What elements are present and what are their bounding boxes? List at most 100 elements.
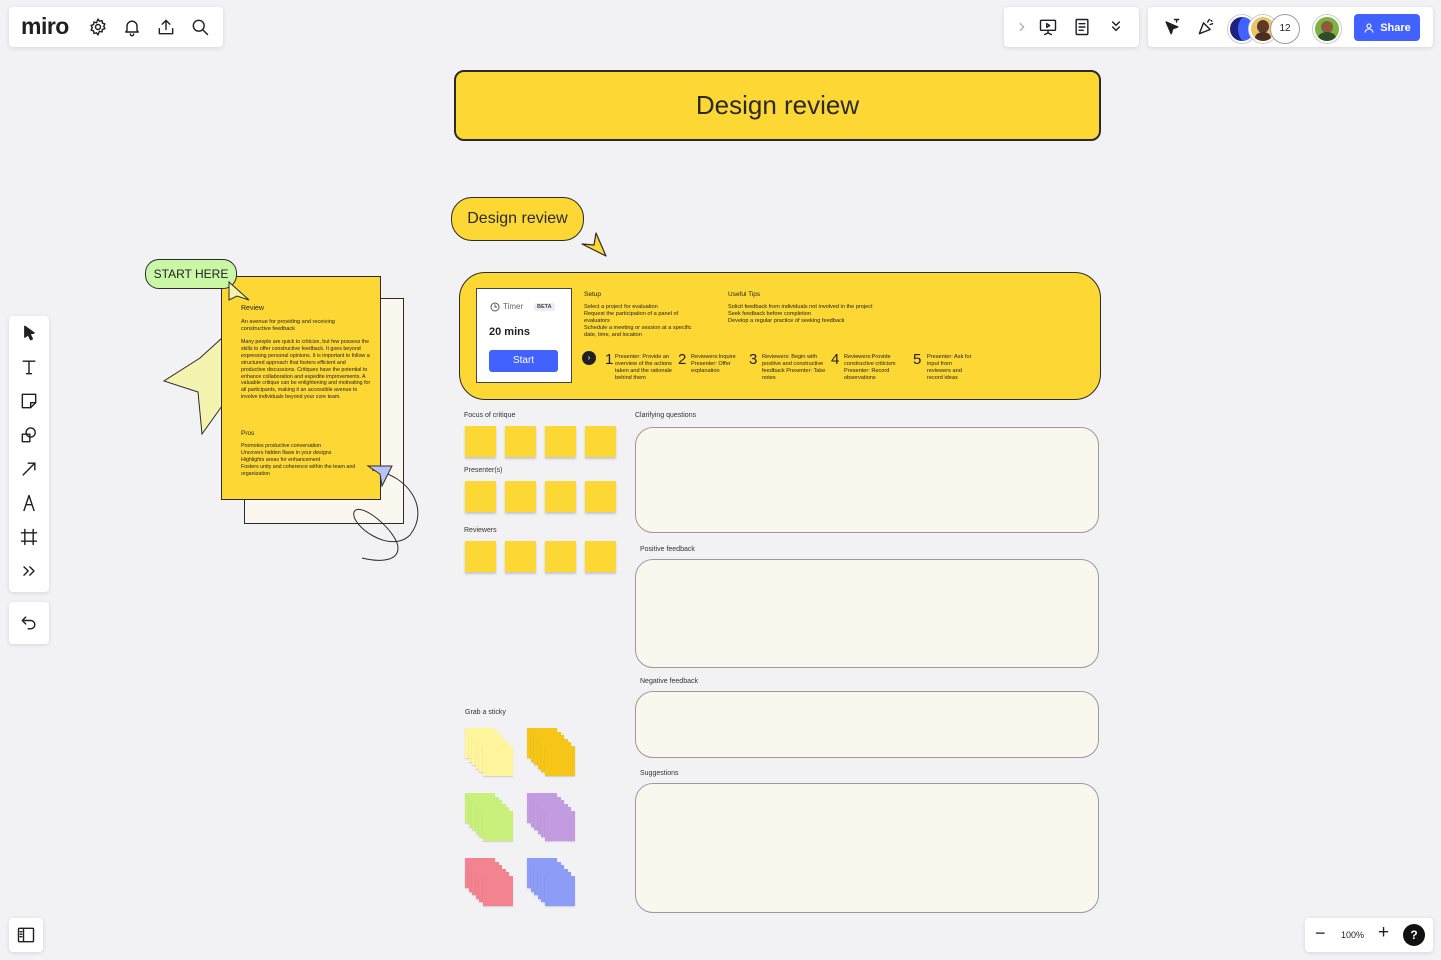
pen-tool-icon[interactable]	[17, 491, 41, 515]
pointer-arrow-icon	[228, 280, 250, 301]
main-title: Design review	[695, 90, 860, 120]
sticky-note[interactable]	[544, 810, 575, 841]
topbar-center	[1004, 7, 1139, 47]
text-tool-icon[interactable]	[17, 355, 41, 379]
sidebar-toggle-panel	[9, 918, 43, 952]
green-sticky-stack[interactable]	[465, 793, 517, 845]
upload-icon[interactable]	[154, 15, 178, 39]
positive-label: Positive feedback	[640, 546, 695, 553]
setup-body: Select a project for evaluation Request …	[584, 304, 692, 338]
miro-logo[interactable]: miro	[21, 13, 69, 40]
zoom-panel: − 100% + ?	[1305, 918, 1433, 952]
sticky-note[interactable]	[585, 481, 616, 512]
sidebar-panel-icon[interactable]	[14, 923, 38, 947]
select-tool-icon[interactable]	[17, 321, 41, 345]
connector-line-icon[interactable]	[17, 457, 41, 481]
review-body: Many people are quick to criticize, but …	[241, 339, 371, 401]
light-yellow-sticky-stack[interactable]	[465, 728, 517, 780]
topbar-right: 12 Share	[1148, 7, 1433, 47]
focus-label: Focus of critique	[464, 412, 516, 419]
sticky-note[interactable]	[482, 875, 513, 906]
sticky-note[interactable]	[505, 541, 536, 572]
setup-heading: Setup	[584, 291, 601, 298]
tips-heading: Useful Tips	[728, 291, 761, 298]
zoom-in-button[interactable]: +	[1378, 922, 1389, 944]
sticky-note[interactable]	[585, 426, 616, 457]
collaborators-count[interactable]: 12	[1271, 15, 1299, 43]
sticky-note[interactable]	[585, 541, 616, 572]
start-here-label: START HERE	[153, 267, 229, 281]
clarifying-questions-board[interactable]	[635, 427, 1099, 533]
review-heading: Review	[241, 305, 264, 312]
bell-icon[interactable]	[120, 15, 144, 39]
undo-panel	[9, 602, 49, 644]
sticky-note[interactable]	[482, 745, 513, 776]
small-title: Design review	[467, 210, 568, 227]
starburst-shape	[162, 336, 223, 436]
pointer-arrow-icon	[581, 232, 607, 257]
sticky-note[interactable]	[505, 426, 536, 457]
lavender-sticky-stack[interactable]	[527, 793, 579, 845]
zoom-out-button[interactable]: −	[1315, 923, 1326, 944]
sticky-note[interactable]	[545, 426, 576, 457]
cursor-follow-icon[interactable]	[1160, 15, 1184, 39]
clarifying-label: Clarifying questions	[635, 412, 697, 419]
suggestions-board[interactable]	[635, 783, 1099, 913]
step-text: Reviewers:Provide constructive criticism…	[844, 354, 896, 381]
main-title-banner[interactable]: Design review	[454, 70, 1101, 141]
avatar[interactable]	[1313, 15, 1341, 43]
step-number: 1	[605, 351, 614, 368]
review-lead: An avenue for providing and receiving co…	[241, 319, 335, 332]
zoom-level[interactable]: 100%	[1341, 930, 1364, 940]
step-text: Reviewers:Inquire Presenter: Offer expla…	[691, 354, 736, 374]
double-chevron-down-icon[interactable]	[1104, 15, 1128, 39]
sticky-note[interactable]	[505, 481, 536, 512]
pink-sticky-stack[interactable]	[465, 858, 517, 910]
share-label: Share	[1380, 21, 1411, 34]
presentation-icon[interactable]	[1036, 15, 1060, 39]
sticky-note[interactable]	[465, 426, 496, 457]
gold-sticky-stack[interactable]	[527, 728, 579, 780]
beta-badge: BETA	[534, 303, 555, 311]
timer-label: Timer	[503, 302, 524, 311]
sticky-note-tool-icon[interactable]	[17, 389, 41, 413]
step-number: 4	[831, 351, 840, 368]
sticky-note[interactable]	[544, 875, 575, 906]
next-step-icon[interactable]: ›	[582, 351, 596, 365]
help-button[interactable]: ?	[1403, 924, 1425, 946]
shapes-tool-icon[interactable]	[17, 423, 41, 447]
chevron-right-icon[interactable]	[1010, 15, 1034, 39]
positive-feedback-board[interactable]	[635, 559, 1099, 668]
celebrate-icon[interactable]	[1194, 15, 1218, 39]
sticky-note[interactable]	[465, 481, 496, 512]
sticky-note[interactable]	[465, 541, 496, 572]
negative-feedback-board[interactable]	[635, 691, 1099, 758]
small-title-bubble[interactable]: Design review	[451, 197, 584, 241]
presenters-label: Presenter(s)	[464, 467, 503, 474]
more-tools-icon[interactable]	[17, 559, 41, 583]
timer-start-button[interactable]: Start	[489, 350, 558, 372]
undo-icon[interactable]	[17, 611, 41, 635]
notes-icon[interactable]	[1070, 15, 1094, 39]
blue-sticky-stack[interactable]	[527, 858, 579, 910]
step-number: 3	[749, 351, 758, 368]
step-number: 2	[678, 351, 687, 368]
user-icon	[1364, 22, 1374, 33]
start-here-badge[interactable]: START HERE	[145, 259, 237, 289]
reviewers-label: Reviewers	[464, 527, 497, 534]
sticky-note[interactable]	[545, 481, 576, 512]
share-button[interactable]: Share	[1354, 14, 1420, 41]
timer-duration: 20 mins	[489, 326, 530, 338]
gear-icon[interactable]	[86, 15, 110, 39]
timer-icon	[490, 302, 500, 312]
sticky-note[interactable]	[545, 541, 576, 572]
search-icon[interactable]	[188, 15, 212, 39]
timer-widget[interactable]: Timer BETA 20 mins Start	[476, 288, 572, 383]
tips-body: Solicit feedback from individuals not in…	[728, 304, 873, 324]
sticky-note[interactable]	[482, 810, 513, 841]
topbar-left: miro	[9, 7, 223, 47]
step-text: Presenter: Ask for input from reviewers …	[927, 354, 972, 381]
step-text: Presenter: Provide an overview of the ac…	[615, 354, 672, 381]
frame-tool-icon[interactable]	[17, 525, 41, 549]
sticky-note[interactable]	[544, 745, 575, 776]
